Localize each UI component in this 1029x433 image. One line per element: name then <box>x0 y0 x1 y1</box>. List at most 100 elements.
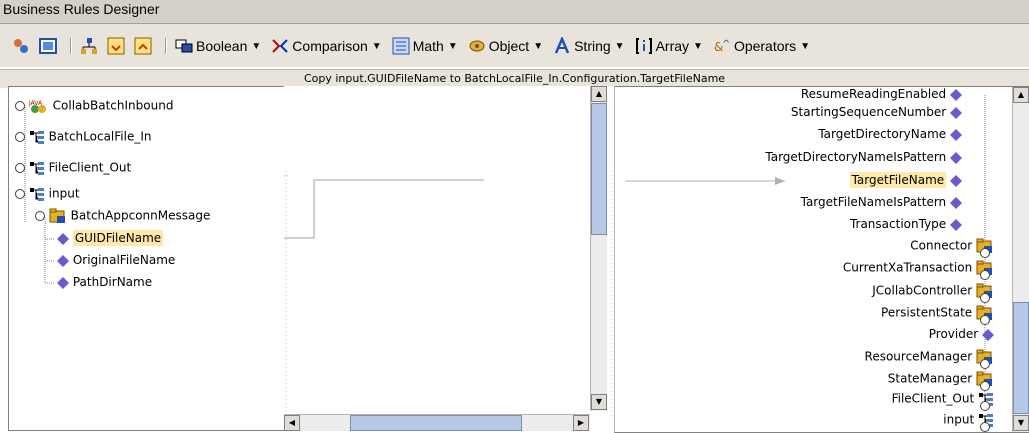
scroll-up-icon[interactable]: ▲ <box>1013 87 1029 103</box>
tree-item-resumereadingenabled[interactable]: ResumeReadingEnabled <box>801 87 962 101</box>
array-icon <box>635 38 652 54</box>
tree-item-label: StateManager <box>887 371 973 386</box>
tree-item-currentxatransaction[interactable]: CurrentXaTransaction <box>843 260 994 276</box>
menu-operators[interactable]: & ^ Operators ▼ <box>713 37 810 55</box>
collapse-toggle-icon[interactable] <box>15 189 25 199</box>
java-class-icon: JAVA <box>28 100 46 113</box>
tree-item-batchappconnmessage[interactable]: BatchAppconnMessage <box>35 208 210 224</box>
menu-array-label: Array <box>655 38 690 54</box>
toolbar-separator <box>70 38 72 54</box>
collaboration-icon[interactable] <box>12 37 33 55</box>
tree-item-fileclient-out[interactable]: FileClient_Out <box>892 391 994 407</box>
node-icon <box>29 188 44 201</box>
expand-toggle-icon[interactable] <box>15 101 25 111</box>
tree-item-label: TargetDirectoryNameIsPattern <box>765 150 947 164</box>
mapping-canvas[interactable]: ▲ ▼ ◀ ▶ <box>284 86 614 431</box>
diamond-icon <box>950 218 962 231</box>
menu-math[interactable]: Math ▼ <box>392 37 458 55</box>
toolbar: Boolean ▼ Comparison ▼ Math ▼ Object ▼ Strin… <box>0 24 1029 67</box>
tree-item-jcollabcontroller[interactable]: JCollabController <box>872 283 994 299</box>
tree-item-label: Connector <box>910 238 973 253</box>
tree-item-batchlocalfile-in[interactable]: BatchLocalFile_In <box>15 129 151 145</box>
node-icon <box>29 131 44 144</box>
diamond-icon <box>950 128 962 141</box>
tree-item-resourcemanager[interactable]: ResourceManager <box>865 349 994 365</box>
tree-item-persistentstate[interactable]: PersistentState <box>881 305 994 321</box>
toolbar-separator <box>165 38 167 54</box>
tree-item-targetdirectoryname[interactable]: TargetDirectoryName <box>818 127 962 141</box>
tree-item-label: TargetFileName <box>849 172 947 188</box>
connector-knob-icon[interactable] <box>980 376 990 395</box>
expand-icon[interactable] <box>107 37 128 55</box>
tree-item-collabbatchinbound[interactable]: JAVA CollabBatchInbound <box>15 98 173 114</box>
tree-item-pathdirname[interactable]: PathDirName <box>57 275 152 289</box>
tree-item-targetdirectorynameispattern[interactable]: TargetDirectoryNameIsPattern <box>765 150 962 164</box>
tree-item-originalfilename[interactable]: OriginalFileName <box>57 253 175 267</box>
diamond-icon <box>950 88 962 101</box>
canvas-vertical-scrollbar[interactable]: ▲ ▼ <box>590 86 607 411</box>
tree-item-label: BatchLocalFile_In <box>48 129 152 144</box>
scroll-up-icon[interactable]: ▲ <box>591 86 607 102</box>
tree-item-label: PathDirName <box>72 275 153 289</box>
tree-item-transactiontype[interactable]: TransactionType <box>850 217 962 231</box>
tree-item-statemanager[interactable]: StateManager <box>888 371 994 387</box>
menu-object[interactable]: Object ▼ <box>468 37 543 55</box>
scroll-down-icon[interactable]: ▼ <box>591 394 607 410</box>
collapse-icon[interactable] <box>134 37 155 55</box>
diamond-icon <box>950 151 962 164</box>
tree-item-label: ResumeReadingEnabled <box>800 87 947 101</box>
connector-knob-icon[interactable] <box>980 243 990 262</box>
connector-knob-icon[interactable] <box>980 288 990 307</box>
diamond-icon <box>57 254 69 267</box>
tree-item-label: FileClient_Out <box>891 391 975 406</box>
mapping-description: Copy input.GUIDFileName to BatchLocalFil… <box>303 72 726 85</box>
destination-vertical-scrollbar[interactable]: ▲ ▼ <box>1012 87 1029 432</box>
tree-item-guidfilename[interactable]: GUIDFileName <box>57 230 164 246</box>
tree-item-fileclient-out[interactable]: FileClient_Out <box>15 160 131 176</box>
operators-icon: &^ <box>714 39 730 54</box>
tree-layout-icon[interactable] <box>80 37 101 55</box>
collapse-toggle-icon[interactable] <box>35 211 45 221</box>
window-title: Business Rules Designer <box>3 1 160 17</box>
menu-string-label: String <box>574 38 611 54</box>
menu-comparison[interactable]: Comparison ▼ <box>271 37 382 55</box>
tree-item-targetfilenameispattern[interactable]: TargetFileNameIsPattern <box>801 195 962 209</box>
object-icon <box>469 40 485 52</box>
tree-item-label: BatchAppconnMessage <box>70 208 211 223</box>
boolean-icon <box>175 39 193 53</box>
scroll-down-icon[interactable]: ▼ <box>1013 415 1029 431</box>
menu-array[interactable]: Array ▼ <box>635 37 703 55</box>
window-icon[interactable] <box>39 37 60 55</box>
tree-item-provider[interactable]: Provider <box>929 327 994 341</box>
scroll-thumb[interactable] <box>350 415 522 431</box>
scroll-right-icon[interactable]: ▶ <box>573 415 589 431</box>
menu-boolean-label: Boolean <box>196 38 248 54</box>
comparison-icon <box>272 39 289 53</box>
connector-knob-icon[interactable] <box>980 310 990 329</box>
tree-item-label: FileClient_Out <box>48 160 132 175</box>
expand-toggle-icon[interactable] <box>15 163 25 173</box>
math-icon <box>392 37 410 55</box>
canvas-horizontal-scrollbar[interactable]: ◀ ▶ <box>284 414 590 431</box>
tree-item-targetfilename[interactable]: TargetFileName <box>849 172 962 188</box>
tree-item-startingsequencenumber[interactable]: StartingSequenceNumber <box>791 105 962 119</box>
connector-knob-icon[interactable] <box>980 354 990 373</box>
string-icon <box>554 37 570 54</box>
diamond-icon <box>950 174 962 187</box>
folder-icon <box>49 208 65 223</box>
tree-item-label: TargetDirectoryName <box>818 127 947 141</box>
scroll-thumb[interactable] <box>591 103 607 235</box>
scroll-thumb[interactable] <box>1013 302 1029 414</box>
scroll-left-icon[interactable]: ◀ <box>284 415 300 431</box>
tree-item-label: GUIDFileName <box>72 230 164 246</box>
tree-item-input[interactable]: input <box>15 186 80 202</box>
tree-item-label: PersistentState <box>881 305 973 320</box>
mapping-link-lines <box>284 171 613 416</box>
connector-knob-icon[interactable] <box>980 396 990 415</box>
source-tree-panel: JAVA CollabBatchInbound BatchLocalFile_I… <box>8 86 286 431</box>
menu-string[interactable]: String ▼ <box>553 37 625 55</box>
connector-knob-icon[interactable] <box>980 265 990 284</box>
menu-boolean[interactable]: Boolean ▼ <box>175 37 261 55</box>
menu-operators-label: Operators <box>733 38 797 54</box>
expand-toggle-icon[interactable] <box>15 132 25 142</box>
